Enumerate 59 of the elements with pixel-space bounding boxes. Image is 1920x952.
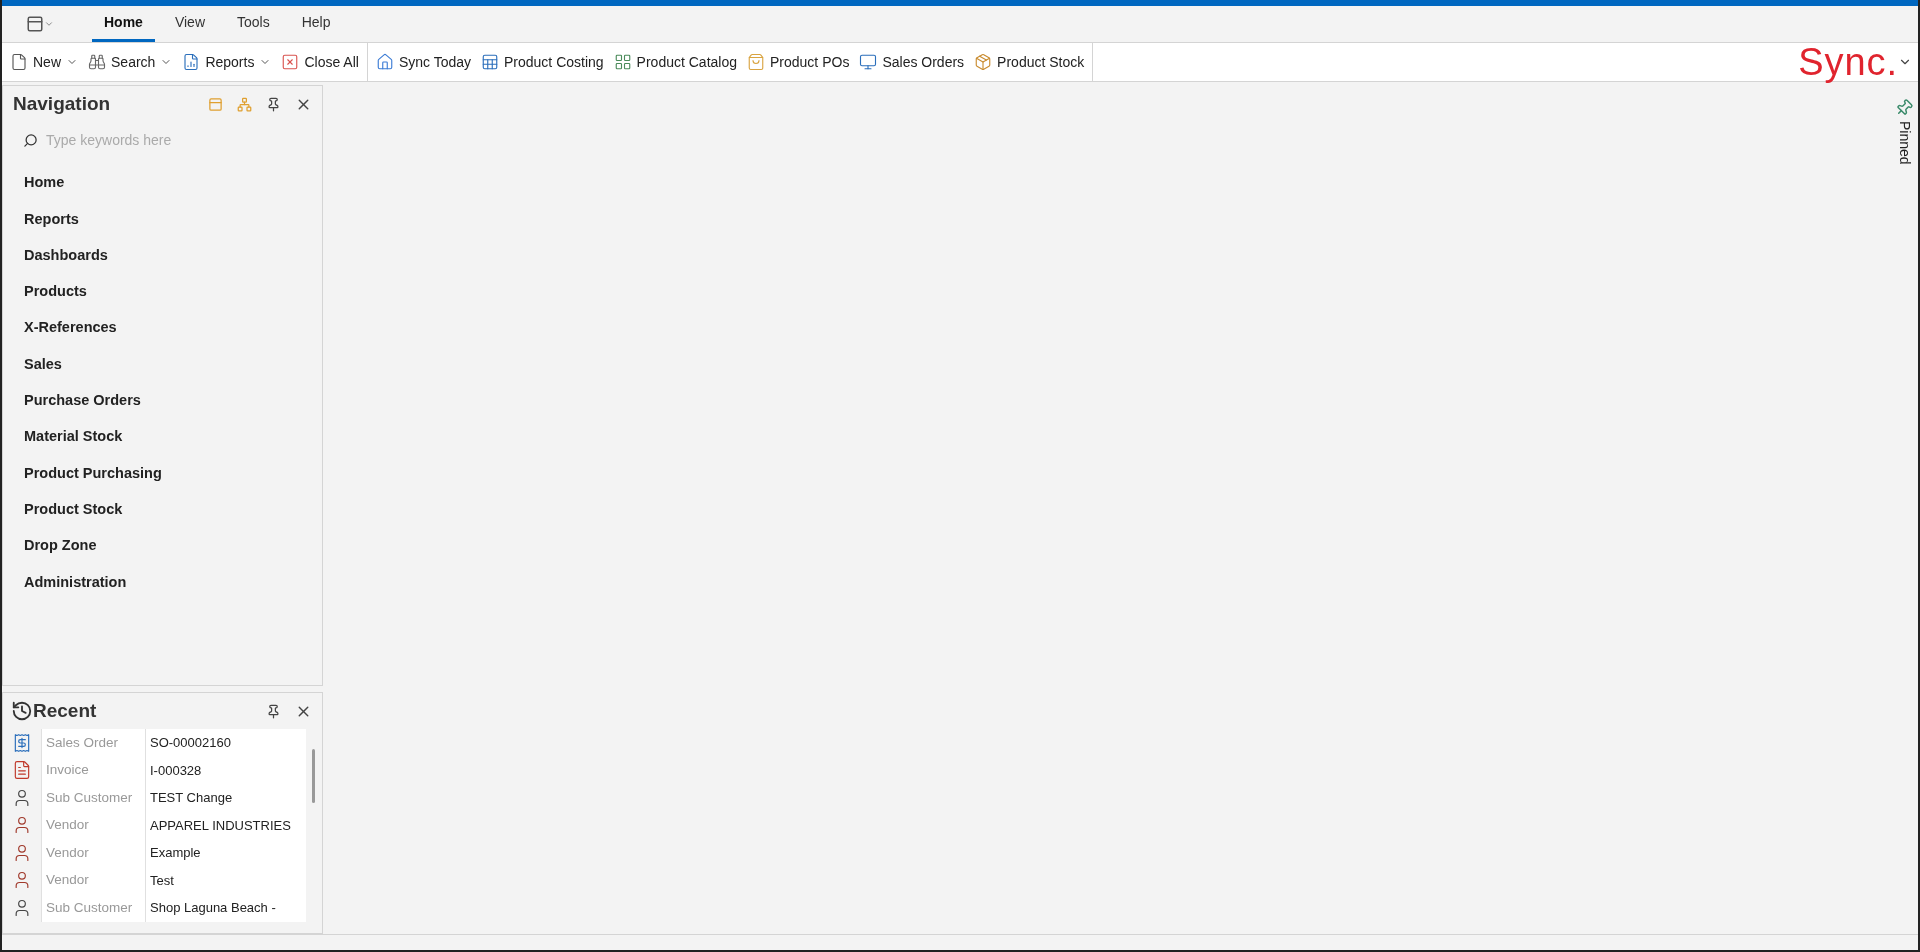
spreadsheet-icon xyxy=(481,53,499,71)
table-cell[interactable]: SO-00002160 xyxy=(145,729,306,757)
navigation-item[interactable]: Reports xyxy=(3,201,322,238)
pin-icon[interactable] xyxy=(266,703,281,719)
panel-title: Navigation xyxy=(13,91,111,116)
toolbar-button[interactable]: Product Stock xyxy=(970,47,1089,77)
navigation-item[interactable]: Product Purchasing xyxy=(3,455,322,492)
logo: Sync. xyxy=(1798,43,1898,81)
panel-title: Recent xyxy=(33,698,97,723)
navigation-item[interactable]: Purchase Orders xyxy=(3,382,322,420)
app-menu-icon[interactable] xyxy=(26,15,44,33)
file-icon xyxy=(10,53,28,71)
navigation-item[interactable]: Administration xyxy=(3,564,322,601)
toolbar-button[interactable]: Product POs xyxy=(743,47,854,77)
menu-tab[interactable]: View xyxy=(162,6,217,42)
table-cell: Sub Customer xyxy=(41,894,145,922)
navigation-item[interactable]: Dashboards xyxy=(3,237,322,274)
menu-tab[interactable]: Tools xyxy=(225,6,282,42)
navigation-item[interactable]: Product Stock xyxy=(3,491,322,528)
navigation-item[interactable]: Sales xyxy=(3,346,322,383)
report-icon xyxy=(182,53,201,71)
navigation-item[interactable]: Products xyxy=(3,273,322,311)
table-cell[interactable]: Shop Laguna Beach - xyxy=(145,894,306,922)
table-cell[interactable]: I-000328 xyxy=(145,756,306,784)
table-cell: Vendor xyxy=(41,866,145,894)
table-cell: Sales Order xyxy=(41,729,145,757)
navigation-item[interactable]: Material Stock xyxy=(3,419,322,456)
toolbar-button[interactable]: New xyxy=(6,47,82,77)
menu-tab[interactable]: Help xyxy=(289,6,343,42)
close-all-icon xyxy=(281,53,300,71)
navigation-item[interactable]: Drop Zone xyxy=(3,527,322,565)
table-cell: Invoice xyxy=(41,756,145,784)
toolbar-button[interactable]: Sales Orders xyxy=(855,47,969,77)
monitor-icon xyxy=(859,53,878,71)
house-icon xyxy=(375,53,394,71)
table-cell: Vendor xyxy=(41,839,145,867)
search-field[interactable]: Type keywords here xyxy=(46,129,286,151)
table-cell[interactable]: Test xyxy=(145,866,306,894)
toolbar-button[interactable]: Reports xyxy=(178,47,276,77)
table-cell: Sub Customer xyxy=(41,784,145,812)
toolbar-button[interactable]: Search xyxy=(84,47,177,77)
table-cell[interactable]: Example xyxy=(145,839,306,867)
table-cell[interactable]: TEST Change xyxy=(145,784,306,812)
pinned-tab[interactable]: Pinned xyxy=(1893,99,1915,165)
search-icon xyxy=(23,132,38,148)
navigation-item[interactable]: Home xyxy=(3,165,322,202)
table-cell: Vendor xyxy=(41,811,145,839)
shopping-bag-icon xyxy=(747,53,765,71)
toolbar-button[interactable]: Product Catalog xyxy=(609,47,741,77)
history-icon xyxy=(11,700,33,722)
toolbar-button[interactable]: Sync Today xyxy=(371,47,475,77)
binoculars-icon xyxy=(88,53,106,71)
package-icon xyxy=(974,53,993,71)
catalog-icon xyxy=(613,53,632,71)
toolbar-button[interactable]: Product Costing xyxy=(477,47,608,77)
pin-icon[interactable] xyxy=(266,96,281,112)
navigation-item[interactable]: X-References xyxy=(3,310,322,347)
table-cell[interactable]: APPAREL INDUSTRIES xyxy=(145,811,306,839)
toolbar-button[interactable]: Close All xyxy=(277,47,363,77)
